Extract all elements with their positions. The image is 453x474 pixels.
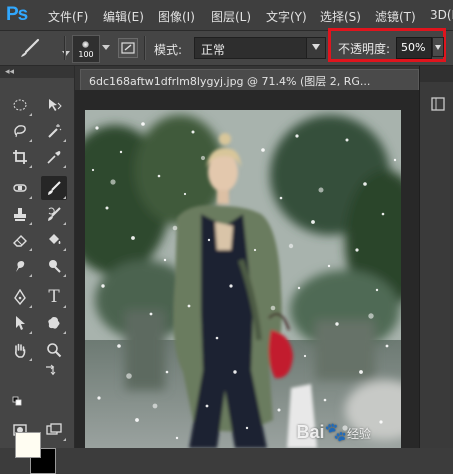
paw-icon: 🐾	[324, 422, 347, 442]
toolbox-collapse-handle[interactable]: ◂◂	[0, 66, 74, 78]
swap-colors-icon[interactable]	[44, 364, 56, 376]
brush-tool[interactable]	[41, 176, 67, 200]
opacity-value: 50%	[401, 41, 426, 54]
chevron-down-icon	[306, 38, 325, 58]
right-panel-dock	[419, 66, 453, 448]
brush-tip-icon	[82, 41, 89, 48]
opacity-input[interactable]: 50%	[396, 37, 432, 59]
stamp-icon	[14, 208, 26, 221]
custom-shape-tool[interactable]	[41, 311, 67, 335]
menu-edit[interactable]: 编辑(E)	[103, 8, 144, 25]
magnifier-icon	[49, 260, 61, 273]
watermark-suffix: 经验	[346, 427, 371, 441]
screen-mode-button[interactable]	[41, 418, 67, 442]
magic-wand-tool[interactable]	[41, 119, 67, 143]
history-brush-icon	[48, 207, 61, 221]
band-aid-icon	[13, 184, 27, 192]
menu-layer[interactable]: 图层(L)	[211, 8, 251, 25]
brush-tool-preset-picker[interactable]	[16, 37, 70, 59]
panel-dock-header[interactable]	[420, 66, 453, 82]
menu-bar: Ps 文件(F) 编辑(E) 图像(I) 图层(L) 文字(Y) 选择(S) 滤…	[0, 0, 453, 31]
default-colors-icon[interactable]	[12, 396, 22, 406]
pen-nib-icon	[14, 289, 26, 305]
panel-icon[interactable]	[430, 96, 446, 112]
path-selection-tool[interactable]	[7, 311, 33, 335]
brush-size-value: 100	[78, 50, 94, 59]
divider	[144, 36, 145, 60]
history-brush-tool[interactable]	[41, 202, 67, 226]
paint-bucket-icon	[49, 234, 61, 244]
pen-tool[interactable]	[7, 285, 33, 309]
shape-blob-icon	[48, 317, 60, 329]
canvas-area[interactable]: Bai🐾经验	[75, 90, 419, 448]
menu-filter[interactable]: 滤镜(T)	[375, 8, 416, 25]
eraser-tool[interactable]	[7, 228, 33, 252]
paint-bucket-tool[interactable]	[41, 228, 67, 252]
arrow-pointer-icon	[16, 316, 25, 330]
type-tool[interactable]: T	[41, 285, 67, 309]
crop-icon	[13, 150, 27, 164]
crop-tool[interactable]	[7, 145, 33, 169]
screen-mode-icon	[46, 423, 62, 435]
healing-brush-tool[interactable]	[7, 176, 33, 200]
move-icon	[49, 99, 62, 111]
document-tab-bar: 6dc168aftw1dfrlm8lygyj.jpg @ 71.4% (图层 2…	[75, 66, 419, 90]
hand-icon	[15, 343, 26, 358]
zoom-icon	[47, 343, 62, 358]
eyedropper-icon	[47, 151, 61, 164]
document-tab-title: 6dc168aftw1dfrlm8lygyj.jpg @ 71.4% (图层 2…	[89, 75, 371, 88]
brush-panel-icon	[121, 42, 135, 54]
watermark-brand: Bai	[296, 422, 325, 442]
brush-icon	[21, 38, 40, 57]
hand-tool[interactable]	[7, 338, 33, 362]
zoom-tool[interactable]	[41, 338, 67, 362]
chevron-down-icon[interactable]	[102, 45, 110, 50]
opacity-dropdown-button[interactable]	[432, 37, 444, 57]
menu-select[interactable]: 选择(S)	[320, 8, 361, 25]
blur-tool[interactable]	[7, 254, 33, 278]
menu-file[interactable]: 文件(F)	[48, 8, 88, 25]
document-tab[interactable]: 6dc168aftw1dfrlm8lygyj.jpg @ 71.4% (图层 2…	[80, 69, 419, 90]
brush-size-picker[interactable]: 100	[72, 35, 100, 63]
smudge-icon	[16, 261, 25, 272]
brush-panel-toggle-button[interactable]	[118, 38, 138, 58]
opacity-label: 不透明度:	[338, 42, 391, 56]
lasso-tool[interactable]	[7, 119, 33, 143]
clone-stamp-tool[interactable]	[7, 202, 33, 226]
magic-wand-icon	[48, 124, 62, 138]
blend-mode-value: 正常	[201, 43, 226, 57]
dodge-tool[interactable]	[41, 254, 67, 278]
baidu-jingyan-watermark: Bai🐾经验	[297, 422, 371, 443]
eyedropper-tool[interactable]	[41, 145, 67, 169]
menu-3d[interactable]: 3D(D)	[430, 8, 453, 22]
marquee-tool[interactable]	[7, 93, 33, 117]
eraser-icon	[13, 235, 27, 247]
blend-mode-select[interactable]: 正常	[194, 37, 326, 59]
mode-label: 模式:	[154, 43, 183, 57]
ellipse-marquee-icon	[13, 99, 27, 111]
foreground-color-swatch[interactable]	[15, 432, 41, 458]
toolbox: ◂◂ T	[0, 66, 75, 474]
menu-type[interactable]: 文字(Y)	[266, 8, 307, 25]
snowy-street-photo	[85, 110, 401, 448]
divider	[64, 36, 65, 60]
lasso-icon	[14, 125, 26, 138]
menu-image[interactable]: 图像(I)	[158, 8, 195, 25]
document-image[interactable]: Bai🐾经验	[85, 110, 401, 448]
brush-icon	[48, 181, 61, 195]
move-tool[interactable]	[41, 93, 67, 117]
photoshop-logo: Ps	[6, 4, 28, 25]
